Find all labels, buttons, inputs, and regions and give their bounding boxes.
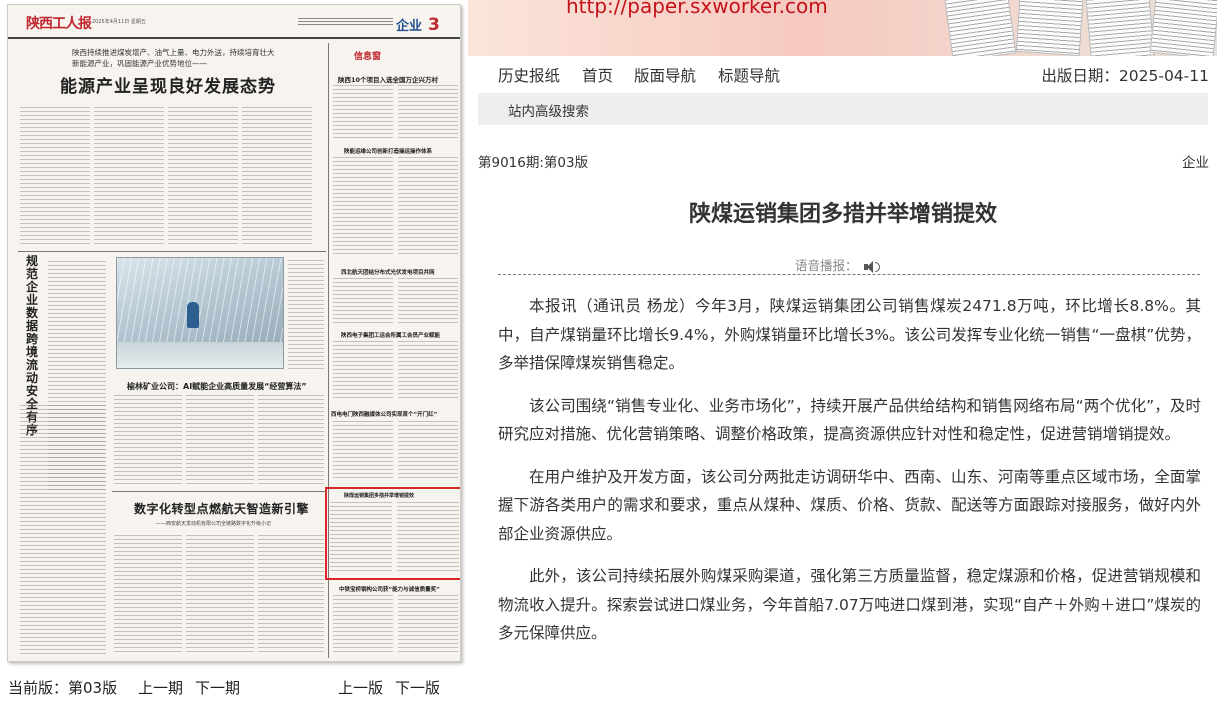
lead-article-text <box>20 107 90 247</box>
banner-newspaper-graphic <box>938 0 1217 56</box>
newspaper-issue-date: 2025年4月11日 星期五 <box>92 19 146 25</box>
article-text <box>333 85 393 141</box>
lead-article-headline[interactable]: 能源产业呈现良好发展态势 <box>60 72 276 97</box>
article-text <box>114 395 182 487</box>
article-text <box>398 85 458 141</box>
newspaper-panel: 陕西工人报 2025年4月11日 星期五 企业 3 陕西持续推进煤炭增产、油气上量… <box>0 0 468 705</box>
speaker-wave <box>874 261 880 272</box>
nav-layout-navigation[interactable]: 版面导航 <box>634 64 696 86</box>
headline-link[interactable]: 陕西电子集团工运会所属工会员产业赋能 <box>341 331 440 339</box>
article-text <box>398 157 458 257</box>
factory-photo[interactable] <box>116 257 284 369</box>
headline-link[interactable]: 榆林矿业公司：AI赋能企业高质量发展“经营算法” <box>127 381 307 392</box>
article-text <box>258 395 324 487</box>
newspaper-header-info <box>298 16 393 30</box>
photo-floor <box>117 342 283 368</box>
newspaper-section-badge: 企业 3 <box>396 15 440 35</box>
banner-paper-sheet <box>1149 0 1217 56</box>
nav-home[interactable]: 首页 <box>582 64 613 86</box>
article-text <box>333 157 393 257</box>
article-text <box>186 395 254 487</box>
prev-issue-link[interactable]: 上一期 <box>138 677 183 698</box>
section-number: 3 <box>428 15 440 35</box>
headline-link[interactable]: 西电电门陕西融媒体公司实现首个“开门红” <box>331 410 437 418</box>
article-paragraph: 在用户维护及开发方面，该公司分两批走访调研华中、西南、山东、河南等重点区域市场，… <box>498 467 1201 543</box>
article-text <box>398 278 458 326</box>
article-text <box>288 260 324 370</box>
article-text <box>397 502 459 574</box>
page-navigation: 当前版：第03版 上一期 下一期 上一版 下一版 <box>8 677 458 699</box>
site-url[interactable]: http://paper.sxworker.com <box>566 0 828 18</box>
nav-history-papers[interactable]: 历史报纸 <box>498 64 560 86</box>
advanced-search-link[interactable]: 站内高级搜索 <box>508 100 589 120</box>
nav-title-navigation[interactable]: 标题导航 <box>718 64 780 86</box>
lead-article-text <box>242 107 312 247</box>
site-banner: http://paper.sxworker.com <box>468 0 1217 56</box>
article-text <box>333 278 393 326</box>
article-text <box>114 535 182 655</box>
article-title: 陕煤运销集团多措并举增销提效 <box>688 202 997 227</box>
dashed-divider <box>498 274 1200 275</box>
lead-subtitle-line: 陕西持续推进煤炭增产、油气上量、电力外送，持续培育壮大 <box>72 48 275 57</box>
section-divider <box>18 251 326 252</box>
speaker-icon[interactable] <box>863 260 880 273</box>
section-name: 企业 <box>396 19 423 34</box>
headline-link[interactable]: 西北航天团结分布式光伏发电项目并网 <box>341 268 435 276</box>
headline-link[interactable]: 数字化转型点燃航天智造新引擎 <box>134 500 309 517</box>
lead-subtitle: 陕西持续推进煤炭增产、油气上量、电力外送，持续培育壮大 新能源产业，巩固能源产业… <box>72 47 275 69</box>
banner-paper-sheet <box>1085 0 1155 56</box>
prev-page-link[interactable]: 上一版 <box>338 677 383 698</box>
advanced-search-bar[interactable]: 站内高级搜索 <box>478 93 1208 125</box>
edition-label: 企业 <box>1182 155 1209 171</box>
issue-page-label: 第9016期:第03版 <box>478 155 589 171</box>
headline-link[interactable]: 陕西10个项目入选全国万企兴万村 <box>338 74 438 84</box>
newspaper-page-thumbnail[interactable]: 陕西工人报 2025年4月11日 星期五 企业 3 陕西持续推进煤炭增产、油气上量… <box>7 4 461 662</box>
headline-subtitle: ——西安航天发动机有限公司全链路数字化升级小记 <box>156 521 272 527</box>
article-text <box>398 595 458 653</box>
publication-date: 出版日期：2025-04-11 <box>1041 67 1209 85</box>
headline-link[interactable]: 陕煤运销集团多措并举增销提效 <box>344 492 414 499</box>
headline-link[interactable]: 中铁宝桥钢构公司获“能力与诚信质量奖” <box>339 585 440 593</box>
lead-article-text <box>168 107 238 247</box>
article-text <box>333 341 393 401</box>
banner-paper-sheet <box>943 0 1017 56</box>
article-text <box>398 421 458 481</box>
lead-subtitle-line: 新能源产业，巩固能源产业优势地位—— <box>72 59 207 68</box>
article-text <box>398 341 458 401</box>
text-to-speech[interactable]: 语音播报： <box>795 255 880 274</box>
newspaper-masthead: 陕西工人报 <box>26 16 92 32</box>
article-paragraph: 该公司围绕“销售专业化、业务市场化”，持续开展产品供给结构和销售网络布局“两个优… <box>498 396 1201 444</box>
article-text <box>20 405 106 655</box>
tts-label: 语音播报： <box>795 258 858 273</box>
next-page-link[interactable]: 下一版 <box>395 677 440 698</box>
article-text <box>258 535 324 655</box>
article-text <box>333 595 393 653</box>
xin-info-badge: 信息窗 <box>354 52 382 62</box>
article-text <box>330 502 392 574</box>
article-paragraph: 本报讯（通讯员 杨龙）今年3月，陕煤运销集团公司销售煤炭2471.8万吨，环比增… <box>498 297 1201 372</box>
newspaper-header: 陕西工人报 2025年4月11日 星期五 企业 3 <box>8 5 460 39</box>
article-text <box>186 535 254 655</box>
worker-figure <box>187 302 199 328</box>
banner-paper-sheet <box>1015 0 1085 56</box>
article-paragraph: 此外，该公司持续拓展外购煤采购渠道，强化第三方质量监督，稳定煤源和价格，促进营销… <box>498 567 1201 642</box>
next-issue-link[interactable]: 下一期 <box>195 677 240 698</box>
article-text <box>333 421 393 481</box>
lead-article-text <box>94 107 164 247</box>
section-divider <box>112 491 326 492</box>
article-body: 本报讯（通讯员 杨龙）今年3月，陕煤运销集团公司销售煤炭2471.8万吨，环比增… <box>498 292 1201 662</box>
current-page-label: 当前版：第03版 <box>8 679 118 697</box>
headline-link[interactable]: 陕能运维公司创新打造操运操作体系 <box>344 147 432 155</box>
